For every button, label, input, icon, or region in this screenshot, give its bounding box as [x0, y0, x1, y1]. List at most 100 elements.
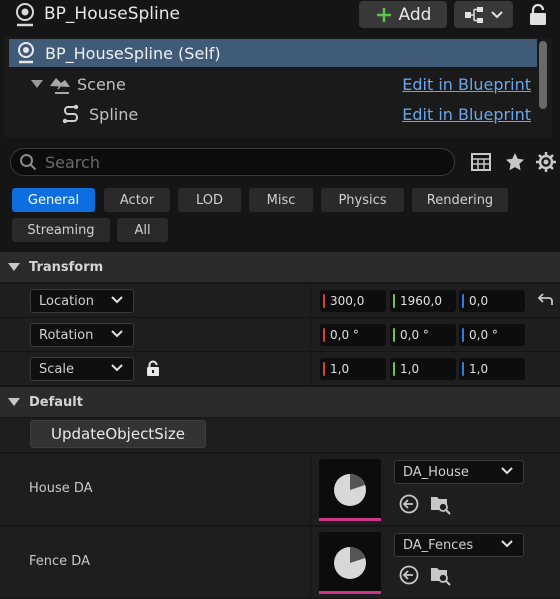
value: 1,0 — [330, 362, 350, 376]
scene-component-icon — [50, 78, 70, 94]
section-title: Default — [29, 394, 83, 410]
use-selected-asset-icon[interactable] — [399, 565, 419, 585]
property-label: Location — [39, 293, 94, 309]
value: 1,0 — [469, 362, 489, 376]
scale-z-field[interactable]: 1,0 — [459, 358, 525, 380]
rotation-row: Rotation 0,0 ° 0,0 ° 0,0 ° — [0, 318, 560, 352]
chevron-down-icon — [111, 330, 123, 338]
edit-in-blueprint-link[interactable]: Edit in Blueprint — [402, 105, 531, 124]
browse-asset-icon[interactable] — [429, 564, 451, 586]
tree-item-scene[interactable]: Scene Edit in Blueprint — [9, 70, 537, 98]
tab-general[interactable]: General — [12, 188, 95, 212]
chevron-down-icon — [111, 364, 123, 372]
favorite-star-icon[interactable] — [505, 152, 525, 172]
actor-icon — [18, 42, 34, 64]
fence-asset-thumbnail[interactable] — [319, 532, 381, 594]
table-view-icon[interactable] — [471, 153, 491, 171]
tree-item-self[interactable]: BP_HouseSpline (Self) — [9, 39, 537, 67]
tab-misc[interactable]: Misc — [249, 188, 313, 212]
location-z-field[interactable]: 0,0 — [459, 290, 525, 312]
default-section-header[interactable]: Default — [0, 387, 560, 417]
reset-to-default-icon[interactable] — [537, 293, 553, 307]
rotation-dropdown[interactable]: Rotation — [30, 323, 134, 347]
tab-actor[interactable]: Actor — [104, 188, 170, 212]
column-divider — [310, 352, 311, 386]
asset-value: DA_House — [403, 464, 469, 480]
hierarchy-icon — [465, 6, 483, 23]
asset-color-bar — [319, 518, 381, 521]
house-asset-dropdown[interactable]: DA_House — [394, 460, 524, 484]
update-row: UpdateObjectSize — [0, 418, 560, 453]
scale-lock-icon[interactable] — [146, 360, 160, 377]
update-object-size-button[interactable]: UpdateObjectSize — [30, 420, 206, 448]
value: 0,0 ° — [400, 328, 429, 342]
actor-title: BP_HouseSpline — [44, 4, 180, 24]
value: 1,0 — [400, 362, 420, 376]
location-row: Location 300,0 1960,0 0,0 — [0, 284, 560, 318]
house-da-label: House DA — [29, 481, 93, 496]
spline-icon — [62, 104, 79, 124]
chevron-down-icon — [501, 467, 513, 475]
column-divider — [310, 454, 311, 526]
value: 300,0 — [330, 294, 365, 308]
search-icon — [20, 154, 37, 171]
chevron-down-icon — [111, 296, 123, 304]
value: 0,0 — [469, 294, 489, 308]
tab-all[interactable]: All — [117, 218, 168, 242]
value: 0,0 ° — [469, 328, 498, 342]
browse-asset-icon[interactable] — [429, 493, 451, 515]
tree-item-spline[interactable]: Spline Edit in Blueprint — [9, 100, 537, 128]
property-label: Rotation — [39, 327, 94, 343]
rotation-x-field[interactable]: 0,0 ° — [320, 324, 386, 346]
plus-icon — [376, 7, 391, 22]
section-title: Transform — [29, 259, 104, 275]
column-divider — [310, 527, 311, 599]
chevron-down-icon — [501, 540, 513, 548]
transform-section-header[interactable]: Transform — [0, 252, 560, 282]
add-label: Add — [398, 4, 432, 25]
tree-scrollbar[interactable] — [539, 41, 547, 109]
fence-asset-dropdown[interactable]: DA_Fences — [394, 533, 524, 557]
asset-value: DA_Fences — [403, 537, 474, 553]
lock-icon[interactable] — [527, 3, 549, 27]
scale-dropdown[interactable]: Scale — [30, 357, 134, 381]
tree-item-label: BP_HouseSpline (Self) — [45, 43, 221, 63]
location-x-field[interactable]: 300,0 — [320, 290, 386, 312]
rotation-z-field[interactable]: 0,0 ° — [459, 324, 525, 346]
asset-color-bar — [319, 591, 381, 594]
tab-rendering[interactable]: Rendering — [412, 188, 508, 212]
location-y-field[interactable]: 1960,0 — [390, 290, 456, 312]
value: 0,0 ° — [330, 328, 359, 342]
column-divider — [310, 284, 311, 318]
data-asset-icon — [334, 547, 366, 579]
add-component-button[interactable]: Add — [359, 1, 447, 28]
tab-streaming[interactable]: Streaming — [12, 218, 110, 242]
edit-in-blueprint-link[interactable]: Edit in Blueprint — [402, 75, 531, 94]
expand-arrow-icon[interactable] — [31, 79, 43, 89]
fence-da-label: Fence DA — [29, 554, 90, 569]
house-da-row: House DA DA_House — [0, 454, 560, 526]
tree-item-label: Spline — [89, 104, 139, 124]
scale-x-field[interactable]: 1,0 — [320, 358, 386, 380]
value: 1960,0 — [400, 294, 442, 308]
location-dropdown[interactable]: Location — [30, 289, 134, 313]
scale-y-field[interactable]: 1,0 — [390, 358, 456, 380]
house-asset-thumbnail[interactable] — [319, 459, 381, 521]
rotation-y-field[interactable]: 0,0 ° — [390, 324, 456, 346]
data-asset-icon — [334, 474, 366, 506]
use-selected-asset-icon[interactable] — [399, 494, 419, 514]
property-label: Scale — [39, 361, 74, 377]
settings-gear-icon[interactable] — [535, 151, 557, 173]
tree-item-label: Scene — [77, 74, 126, 94]
actor-icon — [16, 3, 34, 27]
chevron-down-icon — [491, 10, 503, 18]
blueprint-options-button[interactable] — [454, 1, 513, 28]
column-divider — [310, 318, 311, 352]
search-placeholder: Search — [45, 152, 100, 172]
component-tree: BP_HouseSpline (Self) Scene Edit in Blue… — [4, 37, 552, 137]
search-input[interactable]: Search — [10, 148, 455, 176]
tab-lod[interactable]: LOD — [178, 188, 241, 212]
collapse-arrow-icon — [8, 263, 20, 271]
scale-row: Scale 1,0 1,0 1,0 — [0, 352, 560, 386]
tab-physics[interactable]: Physics — [321, 188, 404, 212]
